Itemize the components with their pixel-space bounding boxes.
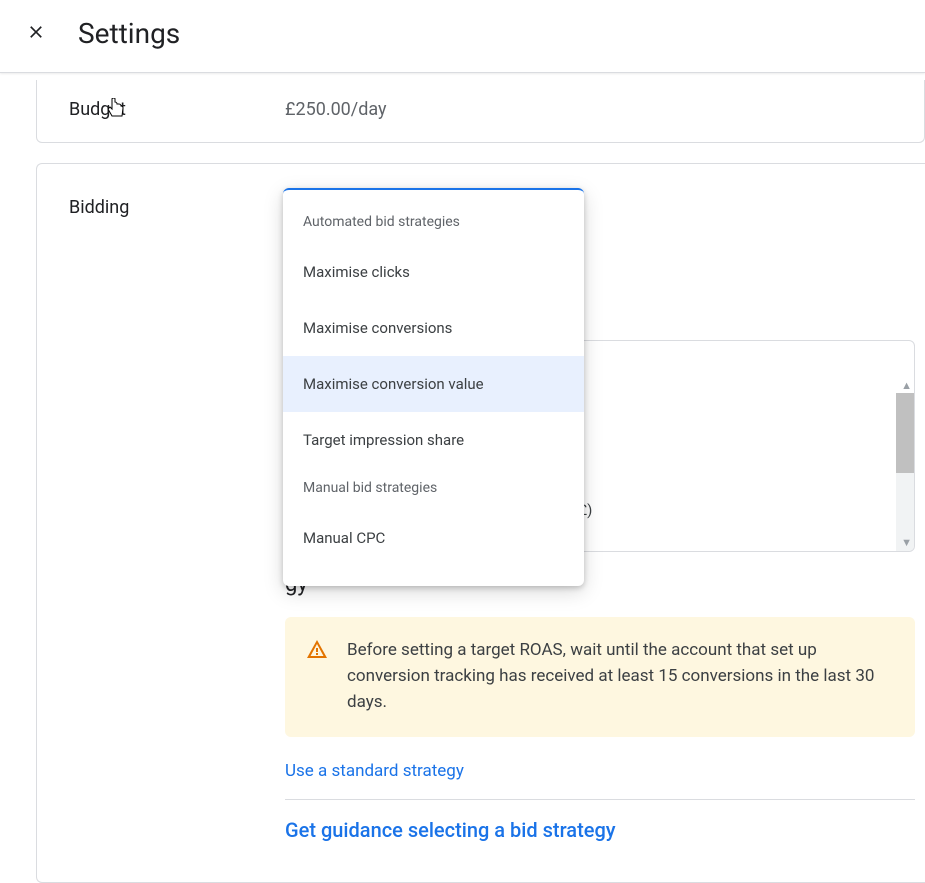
scroll-down-icon[interactable]: ▼ xyxy=(901,536,912,549)
scroll-up-icon[interactable]: ▲ xyxy=(901,379,912,392)
page-header: Settings xyxy=(0,0,925,73)
dropdown-item-manual-cpc[interactable]: Manual CPC xyxy=(283,510,584,566)
dropdown-group-manual: Manual bid strategies xyxy=(283,468,584,510)
page-title: Settings xyxy=(78,17,180,50)
close-button[interactable] xyxy=(26,22,46,45)
divider xyxy=(285,799,915,800)
budget-row[interactable]: Budget £250.00/day xyxy=(36,80,925,143)
warning-icon xyxy=(305,637,329,715)
close-icon xyxy=(26,22,46,45)
dropdown-item-target-impression-share[interactable]: Target impression share xyxy=(283,412,584,468)
dropdown-group-automated: Automated bid strategies xyxy=(283,202,584,244)
warning-text: Before setting a target ROAS, wait until… xyxy=(347,637,893,715)
dropdown-item-maximise-conversions[interactable]: Maximise conversions xyxy=(283,300,584,356)
dropdown-item-maximise-conversion-value[interactable]: Maximise conversion value xyxy=(283,356,584,412)
scrollbar-track[interactable] xyxy=(896,393,914,551)
bid-strategy-dropdown: Automated bid strategies Maximise clicks… xyxy=(283,188,584,586)
budget-label: Budget xyxy=(69,99,285,120)
guidance-link[interactable]: Get guidance selecting a bid strategy xyxy=(285,818,616,842)
bidding-label: Bidding xyxy=(69,195,285,218)
dropdown-item-maximise-clicks[interactable]: Maximise clicks xyxy=(283,244,584,300)
budget-value: £250.00/day xyxy=(285,99,387,120)
roas-warning: Before setting a target ROAS, wait until… xyxy=(285,617,915,737)
use-standard-strategy-link[interactable]: Use a standard strategy xyxy=(285,761,464,781)
scrollbar-thumb[interactable] xyxy=(896,393,914,473)
